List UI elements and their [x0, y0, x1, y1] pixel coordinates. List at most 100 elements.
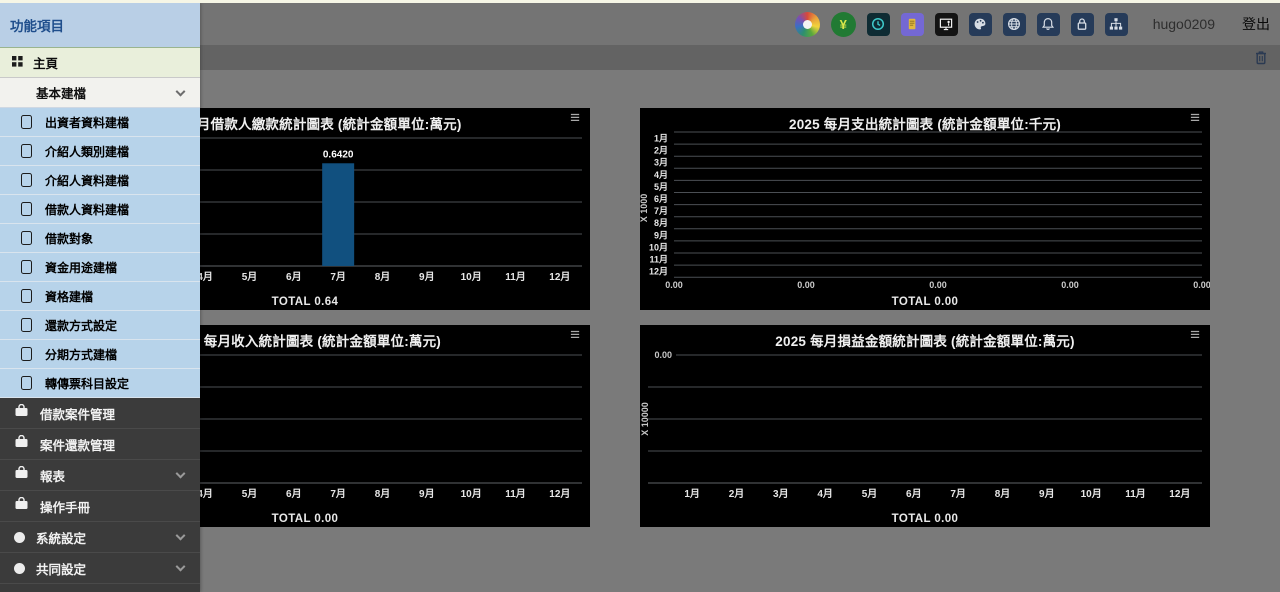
- svg-text:10月: 10月: [649, 242, 668, 252]
- scroll-icon[interactable]: [901, 13, 924, 36]
- chevron-down-icon: [176, 531, 186, 541]
- sidebar-item-7[interactable]: 資金用途建檔: [0, 253, 200, 282]
- document-box-icon: [21, 260, 32, 274]
- sidebar-item-label: 介紹人類別建檔: [45, 143, 129, 160]
- svg-text:0.00: 0.00: [654, 350, 672, 360]
- briefcase-icon: [14, 466, 29, 484]
- chart-total-label: TOTAL 0.00: [640, 513, 1210, 525]
- stats-colorful-icon[interactable]: [795, 12, 820, 37]
- svg-text:8月: 8月: [995, 488, 1011, 500]
- globe-icon[interactable]: [1003, 13, 1026, 36]
- sidebar-item-6[interactable]: 借款對象: [0, 224, 200, 253]
- svg-text:0.00: 0.00: [797, 280, 815, 290]
- trash-icon[interactable]: [1254, 50, 1268, 65]
- svg-text:7月: 7月: [950, 488, 966, 500]
- sidebar-item-10[interactable]: 分期方式建檔: [0, 340, 200, 369]
- svg-text:8月: 8月: [375, 271, 391, 283]
- svg-text:9月: 9月: [654, 230, 668, 240]
- sidebar-item-4[interactable]: 介紹人資料建檔: [0, 166, 200, 195]
- svg-text:11月: 11月: [505, 488, 526, 500]
- svg-text:4月: 4月: [817, 488, 833, 500]
- document-box-icon: [21, 347, 32, 361]
- document-box-icon: [21, 144, 32, 158]
- svg-text:0.00: 0.00: [1061, 280, 1079, 290]
- sidebar-item-17[interactable]: 共同設定: [0, 553, 200, 584]
- chevron-down-icon: [176, 562, 186, 572]
- sidebar-item-8[interactable]: 資格建檔: [0, 282, 200, 311]
- svg-text:12月: 12月: [549, 488, 570, 500]
- svg-text:11月: 11月: [505, 271, 526, 283]
- svg-text:12月: 12月: [649, 267, 668, 277]
- document-box-icon: [21, 376, 32, 390]
- svg-text:1月: 1月: [654, 134, 668, 144]
- username-label: hugo0209: [1153, 16, 1215, 32]
- svg-text:6月: 6月: [286, 488, 302, 500]
- sidebar-item-label: 系統設定: [36, 528, 86, 547]
- chart-menu-icon[interactable]: ≡: [1190, 109, 1200, 127]
- svg-text:7月: 7月: [654, 206, 668, 216]
- page-top-strip: [0, 0, 1280, 3]
- svg-text:9月: 9月: [419, 271, 435, 283]
- svg-text:3月: 3月: [773, 488, 789, 500]
- sidebar-item-label: 共同設定: [36, 559, 86, 578]
- sitemap-icon[interactable]: [1105, 13, 1128, 36]
- sidebar-item-11[interactable]: 轉傳票科目設定: [0, 369, 200, 398]
- svg-text:10月: 10月: [461, 488, 482, 500]
- svg-text:10月: 10月: [461, 271, 482, 283]
- topbar-icon-row: ¥: [795, 12, 1128, 37]
- sidebar-item-label: 報表: [40, 466, 65, 485]
- sidebar-item-label: 操作手冊: [40, 497, 90, 516]
- grid-icon: [12, 54, 23, 72]
- svg-text:5月: 5月: [242, 488, 258, 500]
- chart-plot: 0.00X 100001月2月3月4月5月6月7月8月9月10月11月12月: [640, 345, 1210, 519]
- briefcase-icon: [14, 497, 29, 515]
- sidebar-item-1[interactable]: 基本建檔: [0, 78, 200, 108]
- sidebar-item-0[interactable]: 主頁: [0, 48, 200, 78]
- sidebar-item-3[interactable]: 介紹人類別建檔: [0, 137, 200, 166]
- document-box-icon: [21, 289, 32, 303]
- sidebar-item-16[interactable]: 系統設定: [0, 522, 200, 553]
- sidebar-item-label: 借款案件管理: [40, 404, 115, 423]
- document-box-icon: [21, 202, 32, 216]
- chart-menu-icon[interactable]: ≡: [1190, 326, 1200, 344]
- svg-text:7月: 7月: [330, 271, 346, 283]
- sidebar-item-2[interactable]: 出資者資料建檔: [0, 108, 200, 137]
- chart-panel-profit-loss: 2025 每月損益金額統計圖表 (統計金額單位:萬元) ≡ 0.00X 1000…: [640, 325, 1210, 527]
- clock-icon[interactable]: [867, 13, 890, 36]
- sidebar-item-9[interactable]: 還款方式設定: [0, 311, 200, 340]
- chart-menu-icon[interactable]: ≡: [570, 326, 580, 344]
- document-box-icon: [21, 231, 32, 245]
- svg-text:5月: 5月: [862, 488, 878, 500]
- sidebar-item-label: 還款方式設定: [45, 317, 117, 334]
- briefcase-icon: [14, 435, 29, 453]
- lock-icon[interactable]: [1071, 13, 1094, 36]
- svg-text:6月: 6月: [286, 271, 302, 283]
- screen-icon[interactable]: [935, 13, 958, 36]
- sidebar-item-15[interactable]: 操作手冊: [0, 491, 200, 522]
- svg-text:0.00: 0.00: [1193, 280, 1210, 290]
- logout-button[interactable]: 登出: [1242, 14, 1270, 34]
- sidebar-item-label: 資格建檔: [45, 288, 93, 305]
- palette-icon[interactable]: [969, 13, 992, 36]
- svg-text:8月: 8月: [654, 218, 668, 228]
- finance-green-icon[interactable]: ¥: [831, 12, 856, 37]
- sidebar-item-14[interactable]: 報表: [0, 460, 200, 491]
- sidebar-item-12[interactable]: 借款案件管理: [0, 398, 200, 429]
- svg-text:9月: 9月: [1039, 488, 1055, 500]
- svg-text:8月: 8月: [375, 488, 391, 500]
- sidebar-menu: 主頁基本建檔出資者資料建檔介紹人類別建檔介紹人資料建檔借款人資料建檔借款對象資金…: [0, 48, 200, 584]
- bell-icon[interactable]: [1037, 13, 1060, 36]
- sidebar-title: 功能項目: [0, 3, 200, 48]
- circle-icon: [14, 563, 25, 574]
- document-box-icon: [21, 115, 32, 129]
- svg-text:X 1000: X 1000: [640, 194, 649, 223]
- svg-text:6月: 6月: [906, 488, 922, 500]
- svg-text:2月: 2月: [729, 488, 745, 500]
- sidebar-item-13[interactable]: 案件還款管理: [0, 429, 200, 460]
- sidebar-item-label: 案件還款管理: [40, 435, 115, 454]
- sidebar: 功能項目 主頁基本建檔出資者資料建檔介紹人類別建檔介紹人資料建檔借款人資料建檔借…: [0, 3, 200, 592]
- chart-plot: 1月2月3月4月5月6月7月8月9月10月11月12月X 10000.000.0…: [640, 128, 1210, 302]
- svg-text:6月: 6月: [654, 194, 668, 204]
- chart-menu-icon[interactable]: ≡: [570, 109, 580, 127]
- sidebar-item-5[interactable]: 借款人資料建檔: [0, 195, 200, 224]
